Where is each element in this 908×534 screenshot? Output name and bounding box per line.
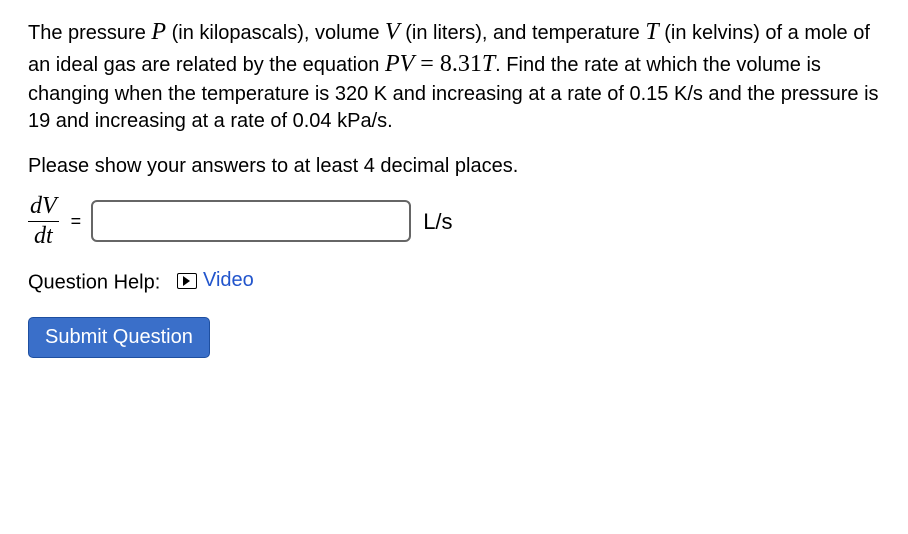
unit-label: L/s bbox=[423, 207, 452, 237]
text: (in kilopascals), volume bbox=[166, 22, 385, 44]
equation-t: T bbox=[482, 51, 495, 77]
equation-lhs: PV bbox=[385, 51, 414, 77]
answer-row: dV dt = L/s bbox=[28, 194, 880, 249]
fraction-denominator: dt bbox=[28, 222, 59, 249]
question-help-label: Question Help: bbox=[28, 272, 160, 294]
equation-eq: = bbox=[414, 51, 440, 77]
text: (in liters), and temperature bbox=[400, 22, 646, 44]
equals-sign: = bbox=[71, 209, 82, 233]
submit-question-button[interactable]: Submit Question bbox=[28, 317, 210, 358]
problem-statement: The pressure P (in kilopascals), volume … bbox=[28, 16, 880, 135]
var-p: P bbox=[151, 19, 166, 45]
equation-const: 8.31 bbox=[440, 51, 482, 77]
text: The pressure bbox=[28, 22, 151, 44]
derivative-fraction: dV dt bbox=[28, 194, 59, 249]
video-icon bbox=[177, 273, 197, 289]
var-t: T bbox=[645, 19, 658, 45]
var-v: V bbox=[385, 19, 400, 45]
video-help-link[interactable]: Video bbox=[177, 267, 254, 294]
question-help-row: Question Help: Video bbox=[28, 267, 880, 297]
video-link-label: Video bbox=[203, 267, 254, 294]
fraction-numerator: dV bbox=[28, 194, 59, 222]
instructions-text: Please show your answers to at least 4 d… bbox=[28, 153, 880, 180]
answer-input[interactable] bbox=[91, 200, 411, 242]
